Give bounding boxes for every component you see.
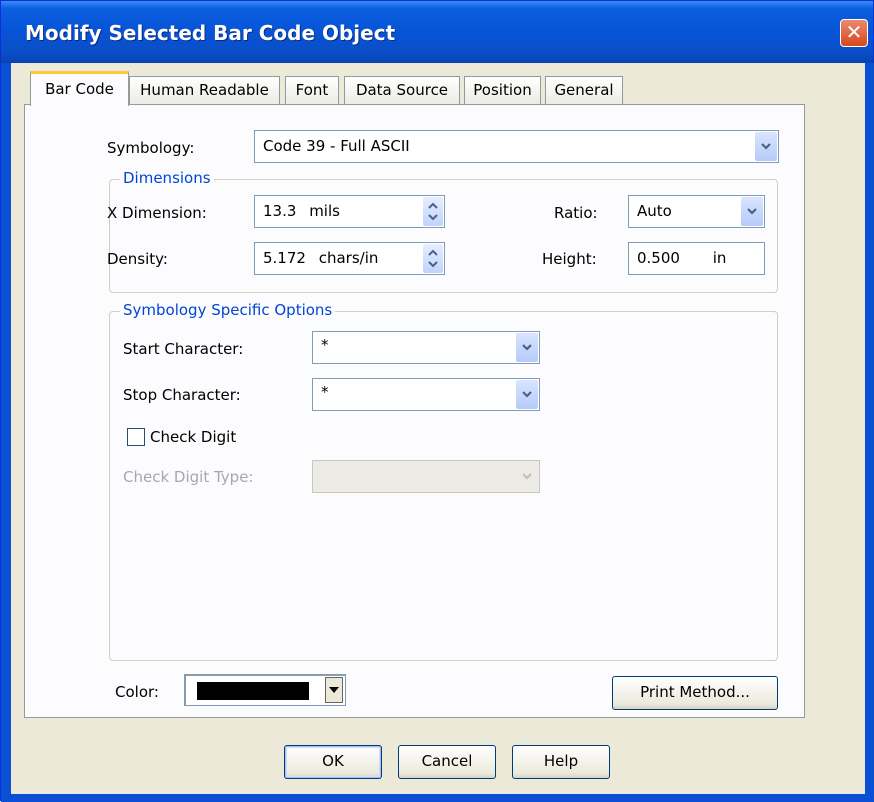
start-character-dropdown[interactable]: * (312, 331, 540, 364)
height-unit: in (712, 249, 727, 267)
color-swatch (197, 682, 309, 700)
symbology-options-group-title: Symbology Specific Options (120, 301, 336, 319)
symbology-label: Symbology: (107, 139, 195, 157)
check-digit-type-dropdown (312, 460, 540, 493)
window-border-left (1, 63, 11, 802)
symbology-value: Code 39 - Full ASCII (263, 137, 410, 155)
tab-bar-code[interactable]: Bar Code (30, 71, 129, 106)
x-dimension-value: 13.3 (263, 202, 297, 220)
tab-human-readable[interactable]: Human Readable (129, 76, 280, 104)
start-character-label: Start Character: (123, 340, 244, 358)
chevron-down-icon[interactable] (516, 380, 538, 409)
x-dimension-unit: mils (309, 202, 340, 220)
density-value: 5.172 (263, 249, 306, 267)
height-input[interactable]: 0.500 in (628, 242, 765, 275)
print-method-button[interactable]: Print Method... (612, 676, 778, 710)
tab-position[interactable]: Position (464, 76, 541, 104)
height-label: Height: (542, 250, 597, 268)
start-character-value: * (321, 336, 329, 354)
symbology-dropdown[interactable]: Code 39 - Full ASCII (254, 130, 779, 163)
cancel-button[interactable]: Cancel (398, 745, 496, 779)
x-dimension-input[interactable]: 13.3 mils (254, 195, 445, 228)
ok-button[interactable]: OK (284, 745, 382, 779)
window-border-right (865, 63, 874, 802)
tab-data-source[interactable]: Data Source (344, 76, 460, 104)
density-unit: chars/in (318, 249, 379, 267)
stop-character-dropdown[interactable]: * (312, 378, 540, 411)
stop-character-label: Stop Character: (123, 386, 241, 404)
close-icon[interactable]: ✕ (840, 19, 868, 47)
chevron-down-icon[interactable] (741, 197, 763, 226)
title-bar[interactable]: Modify Selected Bar Code Object ✕ (1, 1, 873, 63)
chevron-down-icon[interactable] (755, 132, 777, 161)
chevron-down-icon[interactable] (516, 333, 538, 362)
density-label: Density: (107, 250, 168, 268)
density-input[interactable]: 5.172 chars/in (254, 242, 445, 275)
window-title: Modify Selected Bar Code Object (25, 21, 396, 45)
ratio-value: Auto (637, 202, 672, 220)
check-digit-type-label: Check Digit Type: (123, 468, 254, 486)
chevron-down-icon[interactable] (325, 677, 343, 703)
check-digit-label[interactable]: Check Digit (150, 428, 236, 446)
stop-character-value: * (321, 383, 329, 401)
height-value: 0.500 (637, 249, 680, 267)
help-button[interactable]: Help (512, 745, 610, 779)
ratio-dropdown[interactable]: Auto (628, 195, 765, 228)
x-dimension-label: X Dimension: (107, 204, 207, 222)
dimensions-group-title: Dimensions (120, 169, 214, 187)
bar-code-tab-panel: Symbology: Code 39 - Full ASCII Dimensio… (24, 104, 805, 718)
color-picker[interactable] (184, 674, 346, 706)
spinner-icon[interactable] (423, 244, 443, 273)
spinner-icon[interactable] (423, 197, 443, 226)
ratio-label: Ratio: (554, 204, 598, 222)
color-label: Color: (115, 683, 159, 701)
check-digit-checkbox[interactable] (127, 428, 145, 446)
tab-font[interactable]: Font (285, 76, 339, 104)
chevron-down-icon (516, 462, 538, 491)
tab-general[interactable]: General (545, 76, 623, 104)
